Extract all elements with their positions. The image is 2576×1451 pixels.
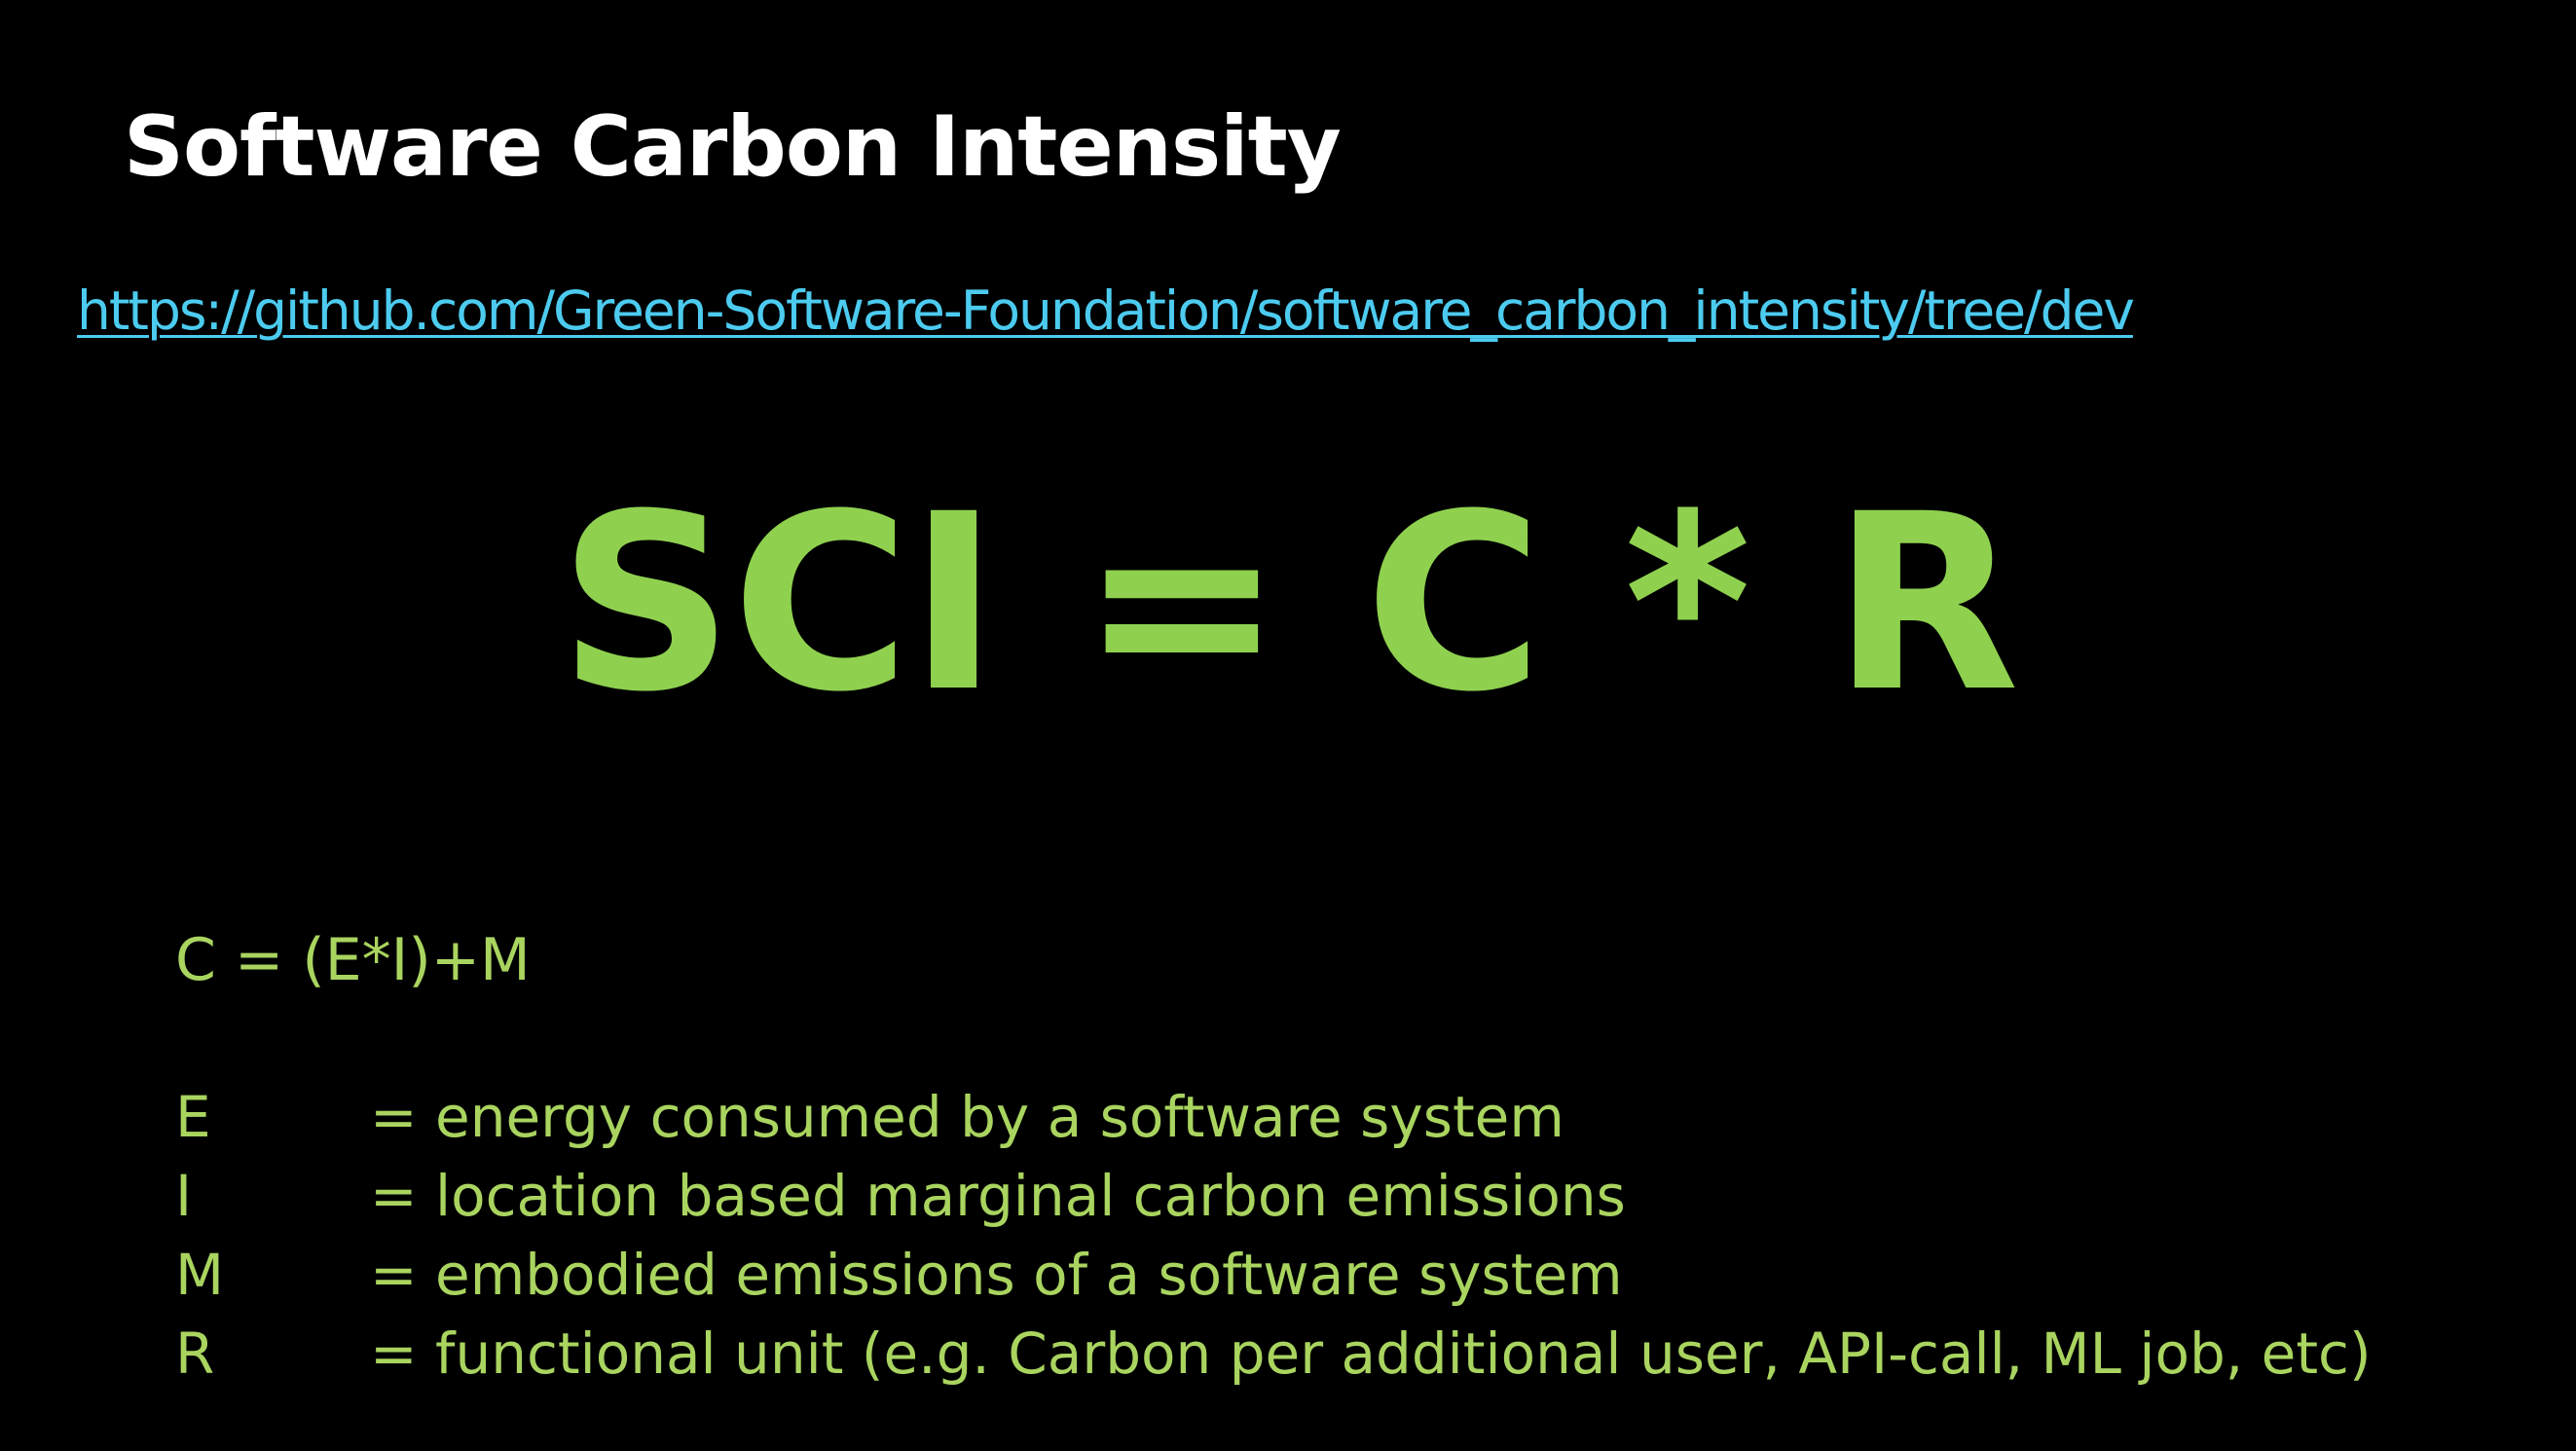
definition-variable: E [175,1084,211,1150]
definition-row-i: I = location based marginal carbon emiss… [175,1157,2372,1236]
sci-formula: SCI = C * R [558,462,2020,745]
definition-description: = embodied emissions of a software syste… [370,1242,1623,1308]
slide: Software Carbon Intensity https://github… [0,0,2576,1451]
definition-description: = functional unit (e.g. Carbon per addit… [370,1321,2372,1387]
definitions-list: E = energy consumed by a software system… [175,1078,2372,1394]
definition-row-r: R = functional unit (e.g. Carbon per add… [175,1315,2372,1394]
definition-variable: R [175,1321,215,1387]
definition-description: = energy consumed by a software system [370,1084,1564,1150]
slide-title: Software Carbon Intensity [124,98,1342,196]
carbon-formula: C = (E*I)+M [175,926,531,994]
github-link[interactable]: https://github.com/Green-Software-Founda… [77,279,2135,343]
definition-row-m: M = embodied emissions of a software sys… [175,1236,2372,1315]
definition-variable: I [175,1163,193,1229]
definition-row-e: E = energy consumed by a software system [175,1078,2372,1157]
definition-variable: M [175,1242,225,1308]
definition-description: = location based marginal carbon emissio… [370,1163,1626,1229]
